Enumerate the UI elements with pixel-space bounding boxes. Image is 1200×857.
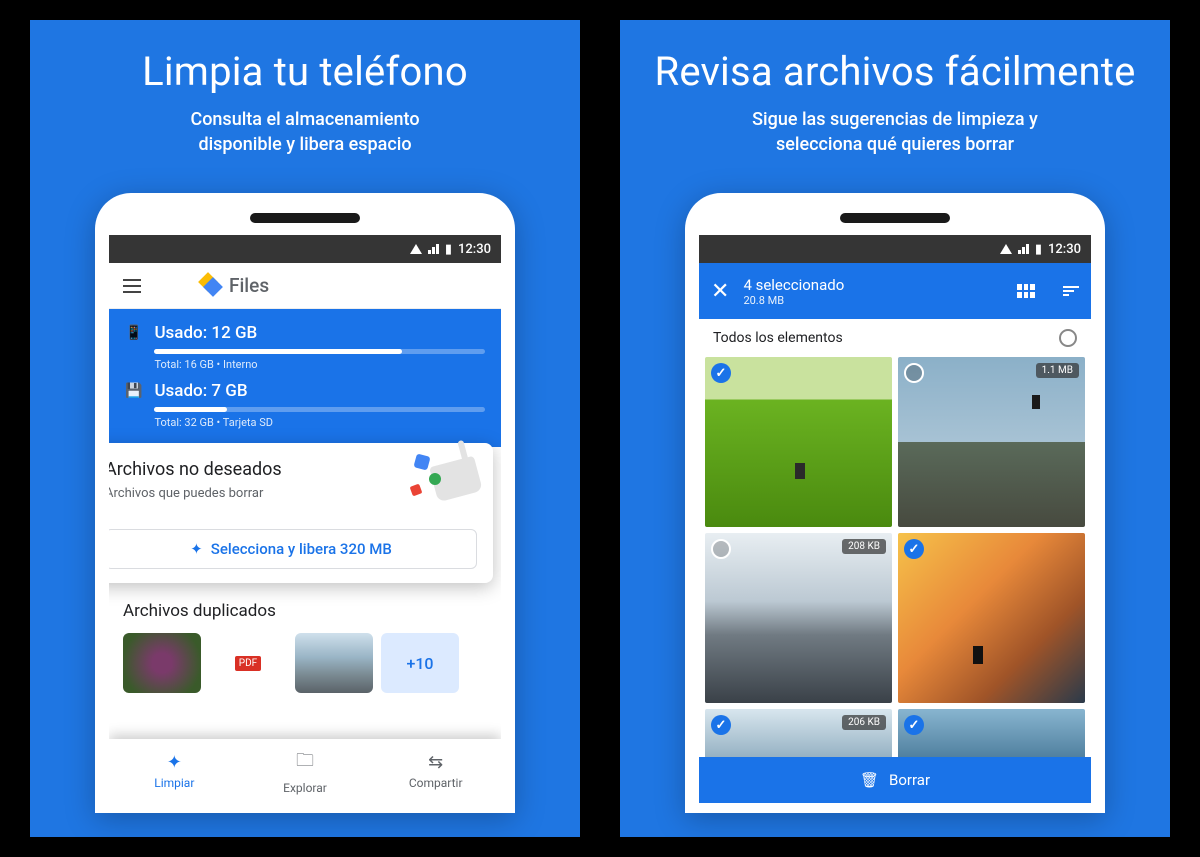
selection-info: 4 seleccionado 20.8 MB — [743, 276, 1003, 307]
sparkle-icon: ✦ — [190, 540, 203, 558]
sparkle-icon: ✦ — [167, 752, 182, 773]
phone-mockup-1: ▮ 12:30 Files 📱 Usado: 12 GB Total: 16 G… — [95, 193, 515, 813]
photo-item[interactable]: 208 KB — [705, 533, 892, 703]
panel1-subtitle: Consulta el almacenamiento disponible y … — [190, 107, 419, 157]
photo-item[interactable]: ✓ — [705, 357, 892, 527]
checkmark-icon[interactable]: ✓ — [904, 539, 924, 559]
selection-size: 20.8 MB — [743, 294, 1003, 307]
dup-thumb[interactable] — [123, 633, 201, 693]
selection-count: 4 seleccionado — [743, 276, 1003, 294]
phone-speaker — [840, 213, 950, 223]
nav-share[interactable]: ⇆ Compartir — [370, 739, 501, 803]
phone-mockup-2: ▮ 12:30 ✕ 4 seleccionado 20.8 MB Todos l… — [685, 193, 1105, 813]
folder-icon: 🗀 — [296, 748, 314, 778]
close-icon[interactable]: ✕ — [711, 279, 729, 304]
duplicate-thumbs: PDF +10 — [123, 633, 487, 693]
select-all-checkbox[interactable] — [1059, 329, 1077, 347]
phone-screen-2: ✕ 4 seleccionado 20.8 MB Todos los eleme… — [699, 263, 1091, 803]
panel2-title: Revisa archivos fácilmente — [654, 48, 1135, 95]
battery-icon: ▮ — [445, 242, 452, 257]
nav-clean[interactable]: ✦ Limpiar — [109, 739, 240, 803]
android-statusbar: ▮ 12:30 — [699, 235, 1091, 263]
junk-files-card: Archivos no deseados Archivos que puedes… — [109, 443, 493, 583]
battery-icon: ▮ — [1035, 242, 1042, 257]
dup-more-button[interactable]: +10 — [381, 633, 459, 693]
share-icon: ⇆ — [428, 752, 443, 773]
status-time: 12:30 — [458, 242, 491, 257]
select-all-label: Todos los elementos — [713, 330, 843, 346]
bottom-nav: ✦ Limpiar 🗀 Explorar ⇆ Compartir — [109, 739, 501, 803]
file-size-tag: 208 KB — [842, 539, 886, 554]
duplicates-title: Archivos duplicados — [123, 601, 487, 621]
duplicates-section: Archivos duplicados PDF +10 — [109, 583, 501, 693]
dup-thumb[interactable]: PDF — [209, 633, 287, 693]
signal-icon — [1000, 244, 1012, 254]
sort-icon[interactable] — [1063, 286, 1079, 296]
files-logo-icon — [201, 275, 223, 297]
phone-speaker — [250, 213, 360, 223]
phone-screen-1: Files 📱 Usado: 12 GB Total: 16 GB • Inte… — [109, 263, 501, 803]
storage-internal-meta: Total: 16 GB • Interno — [154, 358, 485, 371]
signal-icon — [410, 244, 422, 254]
unselected-circle-icon[interactable] — [904, 363, 924, 383]
hamburger-icon[interactable] — [123, 279, 141, 293]
photo-item[interactable]: 1.1 MB — [898, 357, 1085, 527]
unselected-circle-icon[interactable] — [711, 539, 731, 559]
storage-sd-meta: Total: 32 GB • Tarjeta SD — [154, 416, 485, 429]
storage-sd-label: Usado: 7 GB — [154, 381, 485, 401]
storage-internal-row[interactable]: 📱 Usado: 12 GB Total: 16 GB • Interno — [125, 323, 485, 371]
file-size-tag: 206 KB — [842, 715, 886, 730]
storage-internal-label: Usado: 12 GB — [154, 323, 485, 343]
panel2-subtitle: Sigue las sugerencias de limpieza y sele… — [752, 107, 1038, 157]
wifi-icon — [428, 244, 439, 254]
selection-header: ✕ 4 seleccionado 20.8 MB — [699, 263, 1091, 319]
storage-sd-row[interactable]: 💾 Usado: 7 GB Total: 32 GB • Tarjeta SD — [125, 381, 485, 429]
promo-panel-review: Revisa archivos fácilmente Sigue las sug… — [620, 20, 1170, 837]
view-grid-icon[interactable] — [1017, 284, 1035, 298]
select-all-row[interactable]: Todos los elementos — [699, 319, 1091, 357]
free-space-button[interactable]: ✦ Selecciona y libera 320 MB — [109, 529, 477, 569]
panel1-title: Limpia tu teléfono — [142, 48, 468, 95]
promo-panel-clean: Limpia tu teléfono Consulta el almacenam… — [30, 20, 580, 837]
file-size-tag: 1.1 MB — [1036, 363, 1079, 378]
photo-item[interactable]: ✓ — [898, 533, 1085, 703]
trash-icon: 🗑 — [860, 771, 879, 789]
app-title: Files — [201, 274, 269, 297]
checkmark-icon[interactable]: ✓ — [711, 363, 731, 383]
checkmark-icon[interactable]: ✓ — [711, 715, 731, 735]
android-statusbar: ▮ 12:30 — [109, 235, 501, 263]
status-time: 12:30 — [1048, 242, 1081, 257]
photo-grid: ✓ 1.1 MB 208 KB ✓ — [699, 357, 1091, 703]
checkmark-icon[interactable]: ✓ — [904, 715, 924, 735]
wifi-icon — [1018, 244, 1029, 254]
delete-button[interactable]: 🗑 Borrar — [699, 757, 1091, 803]
dustpan-illustration — [409, 453, 479, 513]
app-header: Files — [109, 263, 501, 309]
sd-card-icon: 💾 — [125, 383, 142, 399]
phone-icon: 📱 — [125, 325, 142, 341]
nav-browse[interactable]: 🗀 Explorar — [240, 739, 371, 803]
dup-thumb[interactable] — [295, 633, 373, 693]
storage-panel: 📱 Usado: 12 GB Total: 16 GB • Interno 💾 … — [109, 309, 501, 447]
